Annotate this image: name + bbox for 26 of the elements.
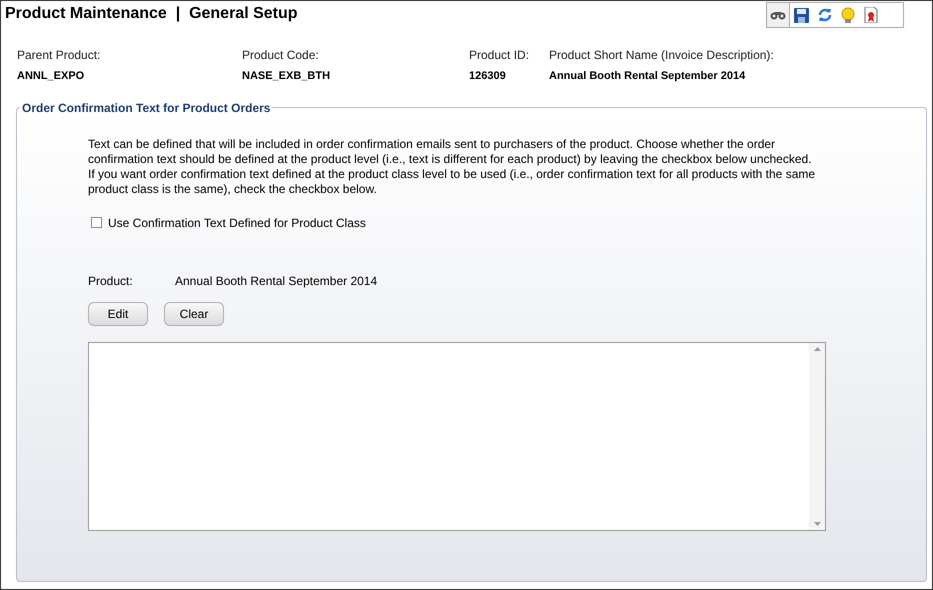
- binoculars-icon: [770, 9, 786, 21]
- product-value: Annual Booth Rental September 2014: [175, 272, 378, 290]
- action-button[interactable]: Edit: [88, 302, 148, 326]
- lightbulb-icon: [840, 6, 856, 24]
- field-label: Product Code:: [242, 47, 320, 64]
- field-label: Parent Product:: [17, 47, 102, 64]
- product-label: Product:: [88, 272, 134, 290]
- field-value: NASE_EXB_BTH: [242, 69, 332, 84]
- field-label: Product ID:: [469, 47, 530, 64]
- toolbar-button[interactable]: [767, 3, 790, 27]
- field-label: Product Short Name (Invoice Description):: [549, 47, 775, 64]
- scrollbar[interactable]: [809, 342, 825, 530]
- description-text: Text can be defined that will be included in order confirmation emails sent to purchasers of the product. Choose whether the order confirmation text should be defined at the product level (i.e., text is different for each product) by leaving the checkbox below unchecked. If you want order confirmation text defined at the product class level to be used (i.e., order confirmation text for all products with the same product class is the same), check the checkbox below.: [88, 136, 816, 196]
- field-value: Annual Booth Rental September 2014: [549, 69, 746, 84]
- document-ribbon-icon: [864, 7, 878, 23]
- checkbox-label: Use Confirmation Text Defined for Product Class: [108, 214, 366, 232]
- save-icon: [794, 8, 809, 22]
- checkbox[interactable]: [91, 217, 102, 228]
- field-value: ANNL_EXPO: [17, 69, 86, 84]
- section-legend: Order Confirmation Text for Product Orders: [20, 98, 272, 116]
- refresh-icon: [816, 7, 832, 23]
- action-button[interactable]: Clear: [164, 302, 224, 326]
- field-value: 126309: [469, 69, 507, 84]
- scroll-down-icon: [814, 522, 820, 526]
- page-title: Product Maintenance | General Setup: [4, 4, 298, 24]
- scroll-up-icon: [814, 346, 820, 350]
